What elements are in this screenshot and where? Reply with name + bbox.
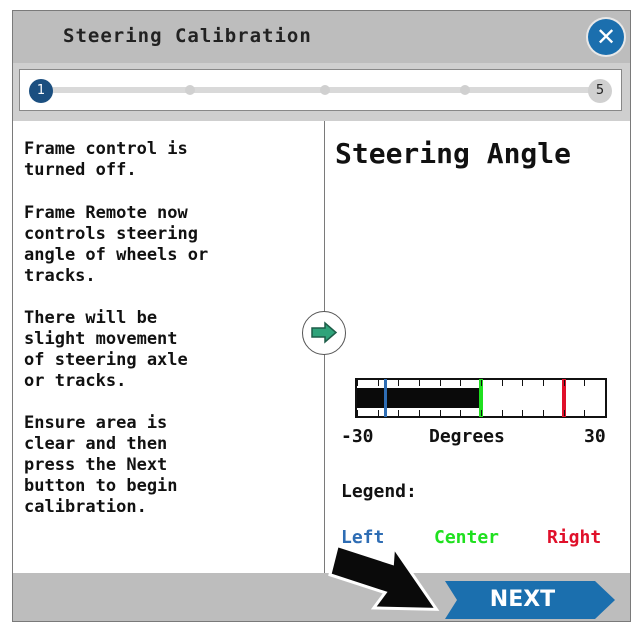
legend-heading: Legend: xyxy=(341,481,417,502)
gauge-tick xyxy=(419,410,420,416)
gauge-tick xyxy=(543,380,544,386)
close-icon: ✕ xyxy=(595,23,617,51)
gauge-tick xyxy=(501,410,503,416)
angle-fill xyxy=(357,388,481,408)
steering-angle-gauge xyxy=(355,378,607,418)
dialog-title: Steering Calibration xyxy=(63,25,312,47)
gauge-tick xyxy=(439,380,441,386)
legend-right: Right xyxy=(547,527,602,548)
gauge-units-label: Degrees xyxy=(429,426,505,447)
pointer-arrow-icon xyxy=(328,542,440,611)
instructions-panel: Frame control is turned off. Frame Remot… xyxy=(13,121,325,573)
gauge-tick xyxy=(460,410,462,416)
last-step-indicator: 5 xyxy=(588,79,612,103)
current-step-indicator: 1 xyxy=(29,79,53,103)
step-progress: 1 5 xyxy=(13,63,630,121)
gauge-tick xyxy=(501,380,503,386)
gauge-tick xyxy=(605,380,606,386)
title-bar: Steering Calibration ✕ xyxy=(13,11,630,63)
steering-angle-title: Steering Angle xyxy=(335,137,572,170)
step-dot xyxy=(460,85,470,95)
step-dot xyxy=(185,85,195,95)
instruction-text: Frame Remote now controls steering angle… xyxy=(24,203,209,286)
gauge-tick xyxy=(419,380,420,386)
gauge-tick xyxy=(563,410,565,416)
next-button[interactable]: NEXT xyxy=(445,581,615,619)
gauge-tick xyxy=(481,380,482,386)
progress-bar: 1 5 xyxy=(19,69,622,111)
gauge-tick xyxy=(522,410,524,416)
footer-bar: NEXT xyxy=(13,573,630,621)
gauge-tick xyxy=(377,410,379,416)
gauge-tick xyxy=(522,380,524,386)
instruction-text: Frame control is turned off. xyxy=(24,139,188,180)
gauge-tick xyxy=(439,410,441,416)
instruction-text: Ensure area is clear and then press the … xyxy=(24,413,178,517)
close-button[interactable]: ✕ xyxy=(588,19,624,55)
next-button-label: NEXT xyxy=(489,587,556,612)
gauge-tick xyxy=(398,410,400,416)
gauge-tick xyxy=(481,410,482,416)
step-dot xyxy=(320,85,330,95)
gauge-tick xyxy=(398,380,400,386)
gauge-max-label: 30 xyxy=(584,426,606,447)
gauge-tick xyxy=(584,410,586,416)
steering-angle-panel: Steering Angle -30 Degrees 30 Legend: Le… xyxy=(325,121,630,573)
gauge-tick xyxy=(377,380,379,386)
gauge-tick xyxy=(460,380,462,386)
gauge-tick xyxy=(357,410,358,416)
gauge-tick xyxy=(563,380,565,386)
gauge-tick xyxy=(543,410,544,416)
gauge-min-label: -30 xyxy=(341,426,374,447)
calibration-dialog: Steering Calibration ✕ 1 5 Frame control… xyxy=(12,10,631,622)
gauge-tick xyxy=(357,380,358,386)
left-marker xyxy=(384,379,388,417)
instruction-text: There will be slight movement of steerin… xyxy=(24,308,188,391)
gauge-tick xyxy=(584,380,586,386)
gauge-tick xyxy=(605,410,606,416)
